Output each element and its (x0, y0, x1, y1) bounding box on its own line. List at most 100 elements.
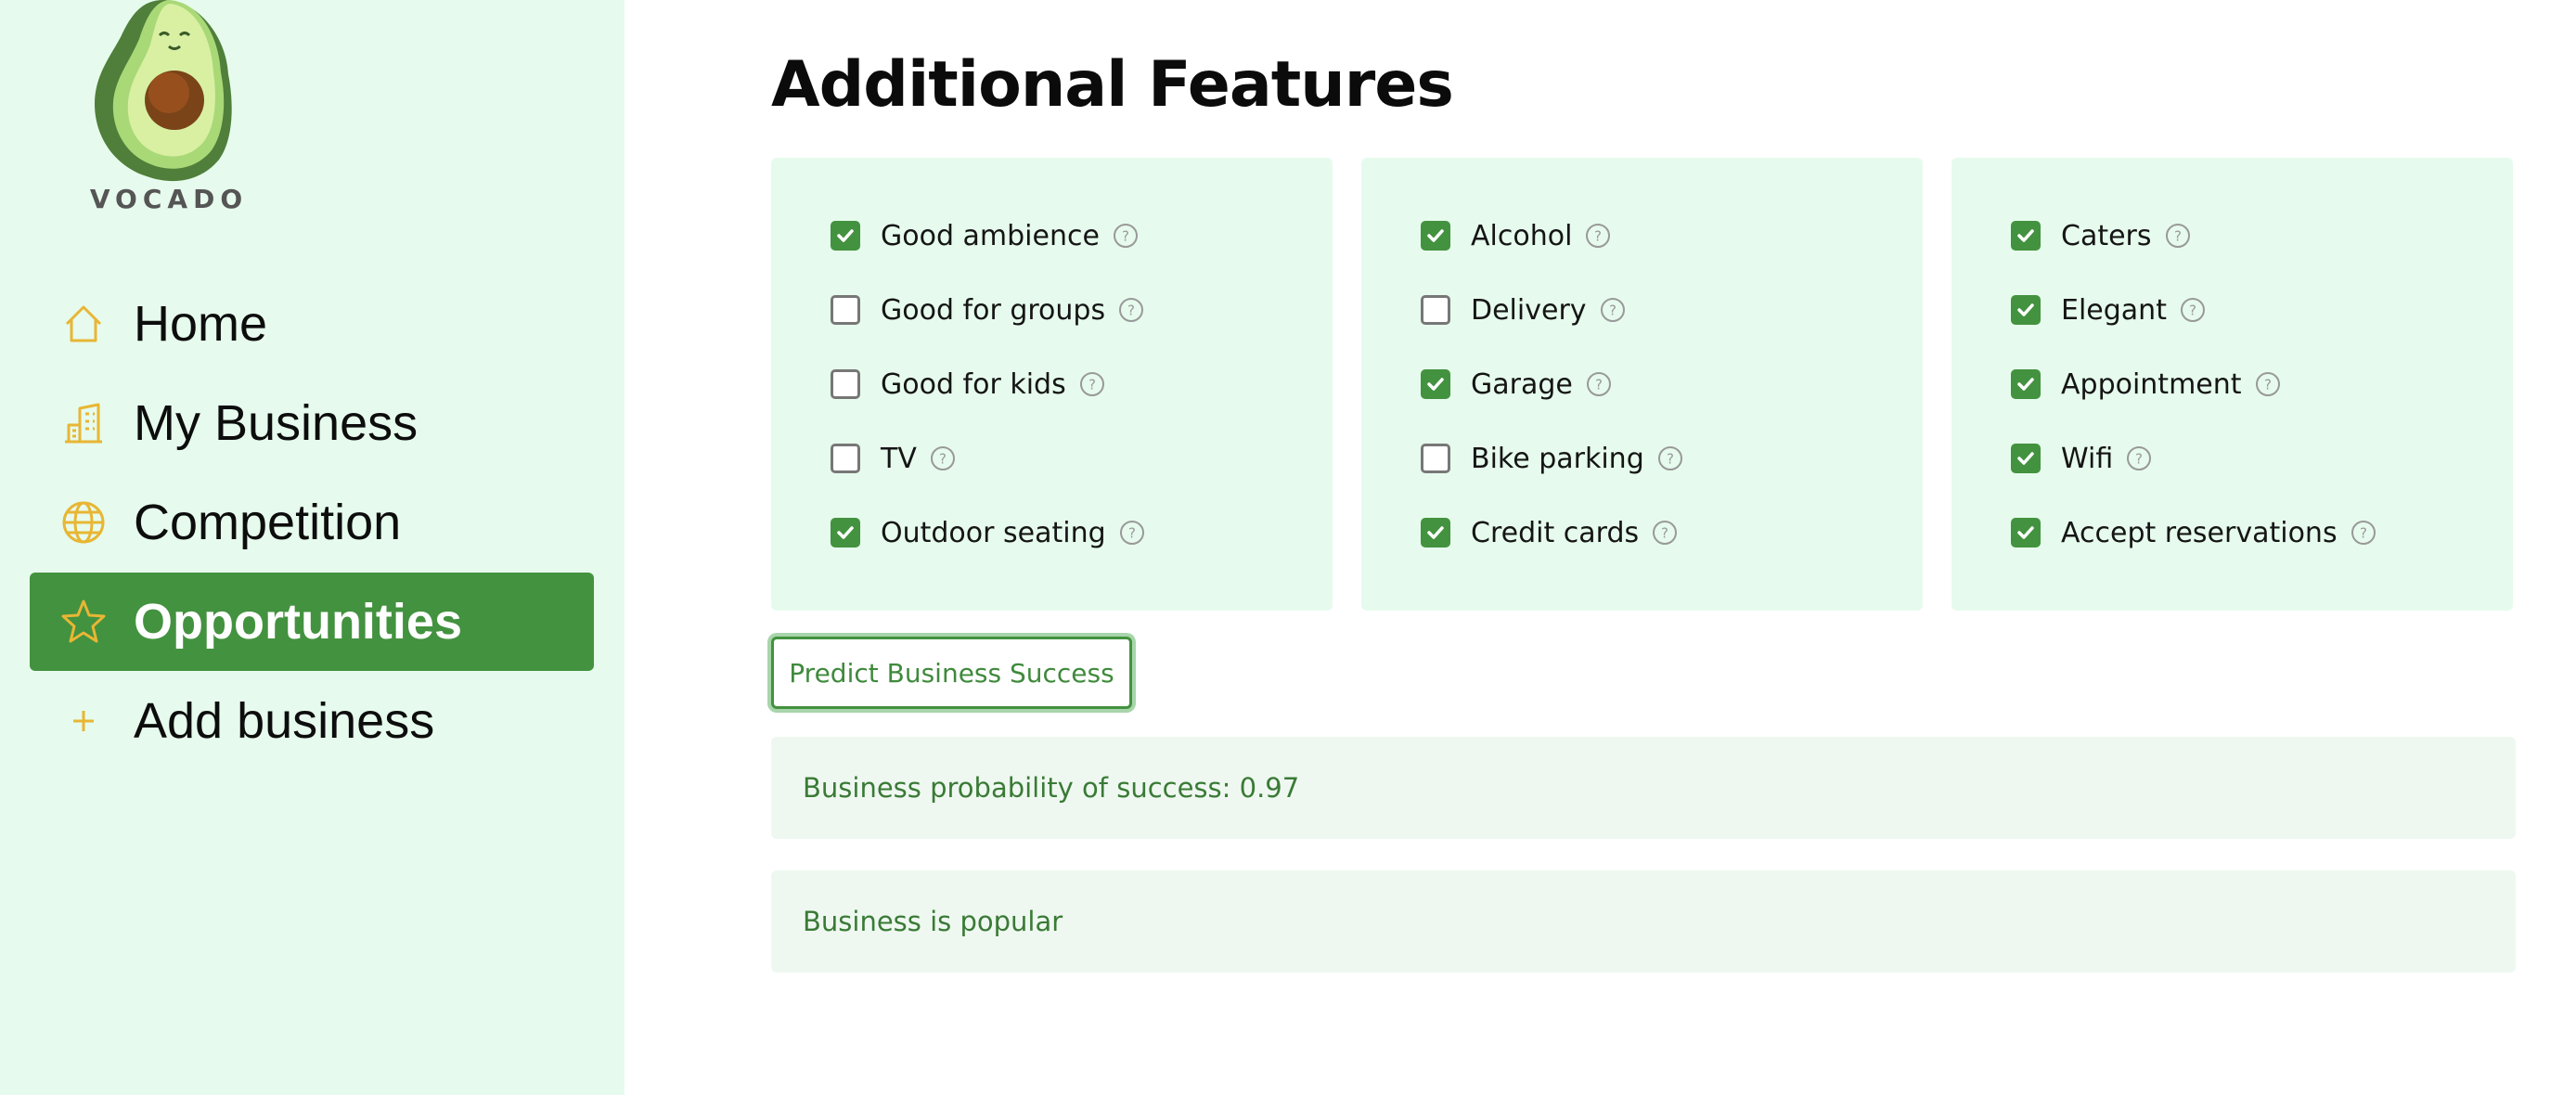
feature-bike-parking[interactable]: Bike parking ? (1421, 440, 1683, 477)
avocado-logo-icon (95, 0, 232, 182)
features-panel-3: Caters ? Elegant ? Appointment ? Wifi ? … (1951, 158, 2513, 611)
checkbox[interactable] (831, 221, 860, 251)
nav-item-home[interactable]: Home (30, 275, 594, 373)
feature-label: Garage (1471, 367, 1573, 401)
feature-good-ambience[interactable]: Good ambience ? (831, 217, 1139, 254)
checkmark-icon (837, 526, 854, 539)
feature-appointment[interactable]: Appointment ? (2011, 366, 2281, 403)
help-icon[interactable]: ? (1586, 371, 1612, 397)
help-icon[interactable]: ? (1079, 371, 1105, 397)
feature-caters[interactable]: Caters ? (2011, 217, 2191, 254)
checkbox[interactable] (2011, 369, 2041, 399)
svg-text:?: ? (1609, 303, 1616, 319)
checkmark-icon (2017, 452, 2034, 465)
checkbox[interactable] (1421, 444, 1450, 473)
nav-label-competition: Competition (134, 495, 402, 550)
help-icon[interactable]: ? (2126, 445, 2152, 471)
feature-credit-cards[interactable]: Credit cards ? (1421, 514, 1678, 551)
success-probability-alert: Business probability of success: 0.97 (771, 737, 2516, 839)
features-panel-1: Good ambience ? Good for groups ? Good f… (771, 158, 1333, 611)
checkbox[interactable] (831, 518, 860, 548)
feature-tv[interactable]: TV ? (831, 440, 956, 477)
checkmark-icon (1427, 378, 1444, 391)
home-icon (58, 298, 109, 350)
building-icon (58, 397, 109, 449)
nav-item-my-business[interactable]: My Business (30, 374, 594, 472)
feature-accept-reservations[interactable]: Accept reservations ? (2011, 514, 2376, 551)
feature-label: Good ambience (881, 219, 1100, 252)
svg-text:?: ? (1667, 451, 1674, 468)
feature-label: Wifi (2061, 442, 2114, 475)
help-icon[interactable]: ? (1113, 223, 1139, 249)
feature-alcohol[interactable]: Alcohol ? (1421, 217, 1611, 254)
feature-elegant[interactable]: Elegant ? (2011, 291, 2206, 328)
feature-wifi[interactable]: Wifi ? (2011, 440, 2152, 477)
svg-text:?: ? (1594, 228, 1602, 245)
feature-label: Elegant (2061, 293, 2167, 327)
help-icon[interactable]: ? (1652, 520, 1678, 546)
svg-text:?: ? (939, 451, 947, 468)
page-title: Additional Features (771, 48, 1454, 122)
feature-good-for-groups[interactable]: Good for groups ? (831, 291, 1144, 328)
checkbox[interactable] (1421, 221, 1450, 251)
svg-text:?: ? (1122, 228, 1129, 245)
brand-name: VOCADO (89, 184, 249, 214)
checkbox[interactable] (831, 295, 860, 325)
nav-item-competition[interactable]: Competition (30, 473, 594, 572)
popularity-status-text: Business is popular (803, 906, 1063, 937)
help-icon[interactable]: ? (1118, 297, 1144, 323)
checkmark-icon (2017, 229, 2034, 242)
feature-label: TV (881, 442, 917, 475)
checkbox[interactable] (2011, 518, 2041, 548)
help-icon[interactable]: ? (1657, 445, 1683, 471)
feature-outdoor-seating[interactable]: Outdoor seating ? (831, 514, 1145, 551)
feature-label: Appointment (2061, 367, 2242, 401)
feature-delivery[interactable]: Delivery ? (1421, 291, 1626, 328)
svg-text:?: ? (1661, 525, 1668, 542)
predict-business-success-button[interactable]: Predict Business Success (771, 637, 1132, 709)
svg-text:?: ? (2135, 451, 2143, 468)
svg-text:?: ? (2264, 377, 2272, 393)
logo[interactable]: VOCADO (89, 0, 242, 223)
checkbox[interactable] (1421, 369, 1450, 399)
feature-label: Outdoor seating (881, 516, 1106, 549)
success-probability-text: Business probability of success: 0.97 (803, 772, 1300, 804)
help-icon[interactable]: ? (2180, 297, 2206, 323)
help-icon[interactable]: ? (1585, 223, 1611, 249)
feature-label: Good for groups (881, 293, 1106, 327)
checkbox[interactable] (2011, 221, 2041, 251)
svg-text:?: ? (1088, 377, 1096, 393)
checkbox[interactable] (2011, 444, 2041, 473)
features-panel-2: Alcohol ? Delivery ? Garage ? Bike parki… (1361, 158, 1923, 611)
checkbox[interactable] (831, 444, 860, 473)
checkmark-icon (1427, 229, 1444, 242)
popularity-alert: Business is popular (771, 870, 2516, 973)
globe-icon (58, 496, 109, 548)
help-icon[interactable]: ? (2255, 371, 2281, 397)
feature-label: Credit cards (1471, 516, 1640, 549)
feature-label: Good for kids (881, 367, 1066, 401)
nav-label-home: Home (134, 296, 268, 352)
checkbox[interactable] (831, 369, 860, 399)
feature-good-for-kids[interactable]: Good for kids ? (831, 366, 1105, 403)
checkmark-icon (2017, 526, 2034, 539)
feature-label: Alcohol (1471, 219, 1573, 252)
help-icon[interactable]: ? (930, 445, 956, 471)
checkmark-icon (1427, 526, 1444, 539)
help-icon[interactable]: ? (2165, 223, 2191, 249)
help-icon[interactable]: ? (1119, 520, 1145, 546)
help-icon[interactable]: ? (2351, 520, 2376, 546)
checkbox[interactable] (2011, 295, 2041, 325)
nav-label-add-business: Add business (134, 693, 435, 749)
feature-garage[interactable]: Garage ? (1421, 366, 1612, 403)
nav-item-add-business[interactable]: Add business (30, 672, 594, 770)
svg-text:?: ? (2360, 525, 2367, 542)
svg-text:?: ? (1595, 377, 1603, 393)
checkbox[interactable] (1421, 295, 1450, 325)
nav-item-opportunities[interactable]: Opportunities (30, 573, 594, 671)
help-icon[interactable]: ? (1600, 297, 1626, 323)
sidebar: VOCADO Home My Business Competition Oppo… (0, 0, 625, 1095)
checkmark-icon (837, 229, 854, 242)
svg-text:?: ? (1128, 525, 1136, 542)
checkbox[interactable] (1421, 518, 1450, 548)
